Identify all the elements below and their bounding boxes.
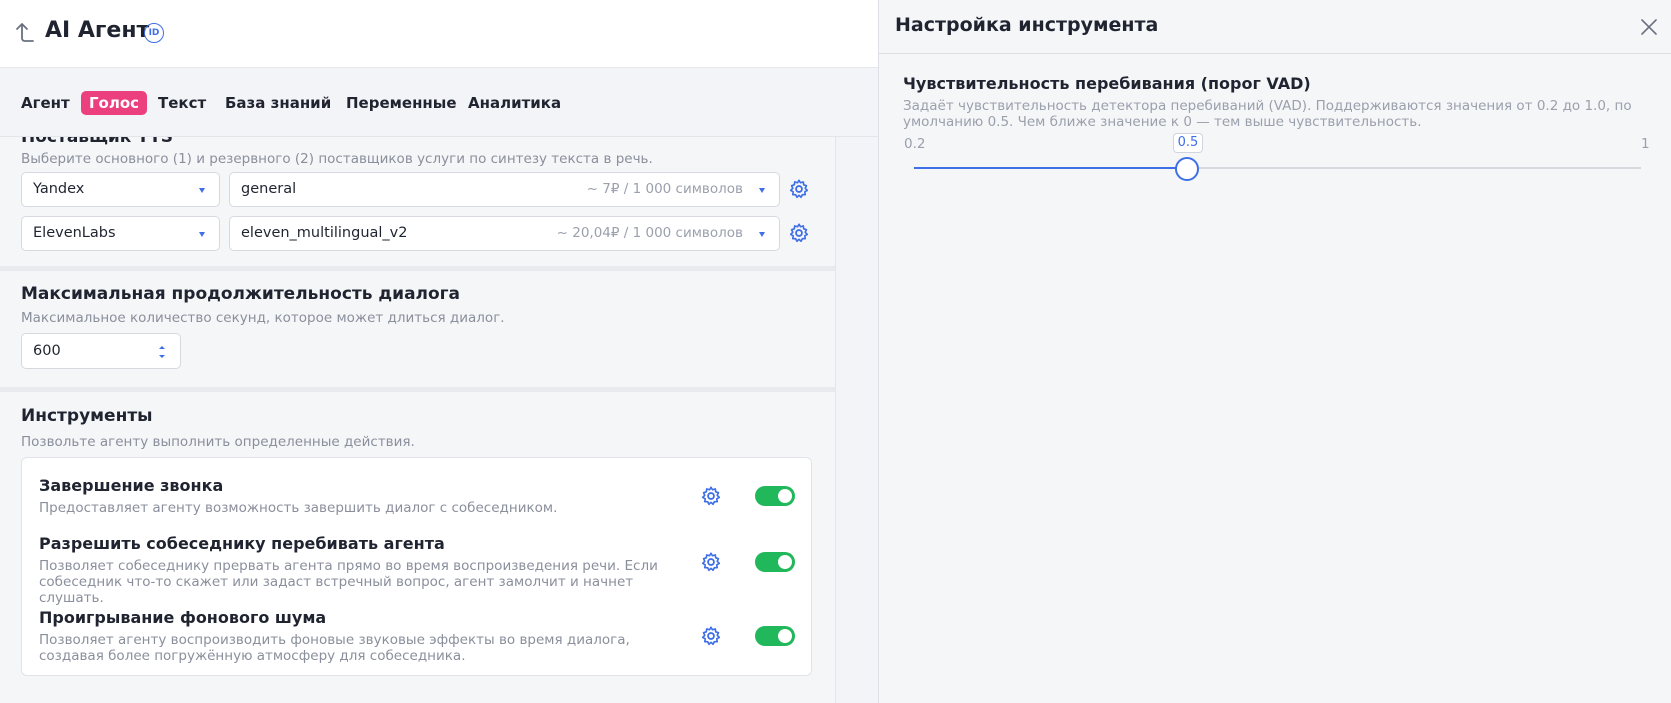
tool-interrupt-toggle[interactable]	[755, 552, 795, 572]
toggle-knob	[778, 489, 792, 503]
gear-icon[interactable]	[700, 625, 722, 647]
chevron-down-icon	[199, 188, 205, 193]
tool-background-noise-toggle[interactable]	[755, 626, 795, 646]
voice-settings-content[interactable]: Поставщик TTS Выберите основного (1) и р…	[0, 137, 836, 703]
tool-background-noise-title: Проигрывание фонового шума	[39, 608, 327, 627]
tools-section: Инструменты Позвольте агенту выполнить о…	[0, 392, 835, 703]
duration-section-description: Максимальное количество секунд, которое …	[21, 310, 505, 326]
max-duration-input[interactable]: 600	[21, 333, 181, 369]
slider-min-label: 0.2	[904, 136, 926, 152]
tool-background-noise-description: Позволяет агенту воспроизводить фоновые …	[39, 632, 630, 664]
slider-max-label: 1	[1641, 136, 1650, 152]
tool-end-call-toggle[interactable]	[755, 486, 795, 506]
tools-card: Завершение звонка Предоставляет агенту в…	[21, 457, 812, 676]
tools-section-title: Инструменты	[21, 406, 153, 426]
tools-section-description: Позвольте агенту выполнить определенные …	[21, 434, 415, 450]
chevron-down-icon	[759, 232, 765, 237]
slider-value-label: 0.5	[1172, 133, 1204, 153]
chevron-down-icon	[759, 188, 765, 193]
tool-interrupt-description: Позволяет собеседнику прервать агента пр…	[39, 558, 658, 606]
agent-app: AI Агент ID Агент Голос Текст База знани…	[0, 0, 878, 703]
toggle-knob	[778, 629, 792, 643]
max-duration-value: 600	[33, 343, 61, 359]
primary-provider-select[interactable]: Yandex	[21, 172, 220, 207]
page-title: AI Агент	[45, 18, 150, 43]
tab-voice[interactable]: Голос	[81, 91, 148, 115]
tab-analytics[interactable]: Аналитика	[468, 91, 561, 115]
primary-model-value: general	[241, 181, 297, 197]
gear-icon[interactable]	[700, 485, 722, 507]
fallback-provider-value: ElevenLabs	[33, 225, 116, 241]
toggle-knob	[778, 555, 792, 569]
fallback-model-value: eleven_multilingual_v2	[241, 225, 408, 241]
chevron-down-icon	[199, 232, 205, 237]
vad-threshold-description: Задаёт чувствительность детектора переби…	[903, 98, 1632, 130]
panel-title: Настройка инструмента	[895, 14, 1159, 36]
duration-section: Максимальная продолжительность диалога М…	[0, 271, 835, 387]
tab-text[interactable]: Текст	[158, 91, 206, 115]
panel-header: Настройка инструмента	[879, 0, 1671, 54]
vad-threshold-title: Чувствительность перебивания (порог VAD)	[903, 74, 1311, 93]
id-icon[interactable]: ID	[144, 23, 164, 43]
back-arrow-icon[interactable]	[14, 20, 36, 46]
tts-section-description: Выберите основного (1) и резервного (2) …	[21, 151, 653, 167]
primary-model-select[interactable]: general ~ 7₽ / 1 000 символов	[229, 172, 780, 207]
primary-provider-value: Yandex	[33, 181, 85, 197]
top-bar: AI Агент ID	[0, 0, 878, 68]
tab-variables[interactable]: Переменные	[346, 91, 457, 115]
tool-end-call-description: Предоставляет агенту возможность заверши…	[39, 500, 558, 516]
fallback-model-select[interactable]: eleven_multilingual_v2 ~ 20,04₽ / 1 000 …	[229, 216, 780, 251]
tts-section-title: Поставщик TTS	[21, 137, 174, 147]
spinner-arrows-icon[interactable]	[158, 342, 166, 362]
tool-interrupt-title: Разрешить собеседнику перебивать агента	[39, 534, 445, 553]
tool-settings-panel: Настройка инструмента Чувствительность п…	[878, 0, 1671, 703]
gear-icon[interactable]	[700, 551, 722, 573]
tab-knowledge-base[interactable]: База знаний	[225, 91, 331, 115]
fallback-model-price: ~ 20,04₽ / 1 000 символов	[556, 225, 743, 241]
close-icon[interactable]	[1639, 17, 1659, 37]
tab-bar: Агент Голос Текст База знаний Переменные…	[0, 69, 878, 137]
gear-icon[interactable]	[788, 222, 810, 244]
primary-model-price: ~ 7₽ / 1 000 символов	[586, 181, 743, 197]
duration-section-title: Максимальная продолжительность диалога	[21, 284, 461, 304]
gear-icon[interactable]	[788, 178, 810, 200]
tab-agent[interactable]: Агент	[21, 91, 70, 115]
vad-slider-thumb[interactable]	[1174, 157, 1199, 181]
tool-end-call-title: Завершение звонка	[39, 476, 224, 495]
fallback-provider-select[interactable]: ElevenLabs	[21, 216, 220, 251]
vad-slider-fill	[914, 167, 1187, 169]
